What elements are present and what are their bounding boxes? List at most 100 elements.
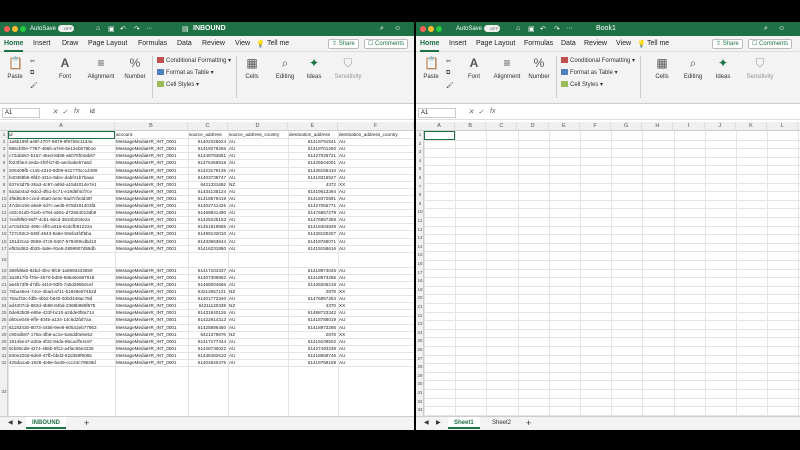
row-header-22[interactable]: 22 [416,312,424,321]
cell[interactable]: a7c54532-499c-4ff4-a316-6cdcfb91222a [9,223,113,230]
row-header-25[interactable]: 25 [0,309,8,316]
tab-view[interactable]: View [616,40,631,47]
fx-icon[interactable]: fx [490,108,495,115]
cell[interactable]: 7eaf9f50-55f7-4cb1-8dcd-3534b204e2a [9,216,113,223]
minimize-button[interactable] [428,26,434,32]
cell[interactable]: MessageMediaHR_INT_0001 [116,138,186,145]
cells-button[interactable]: ▦ Cells [650,56,674,80]
cell[interactable]: MessageMediaHR_INT_0001 [116,302,186,309]
cell[interactable]: 61419791541 [289,138,336,145]
cell[interactable]: 61419109502 [289,338,336,345]
row-header-15[interactable]: 15 [416,251,424,260]
cell[interactable]: 425da1a5-1928-4e8e-ba45-ccc24c78636d [9,359,113,366]
redo-icon[interactable]: ↷ [134,25,140,33]
cell[interactable]: AU [339,274,412,281]
cell[interactable]: AU [229,338,286,345]
cell[interactable]: AU [339,238,412,245]
row-header-19[interactable]: 19 [0,267,8,274]
cell[interactable]: MessageMediaHR_INT_0001 [116,188,186,195]
formula-input[interactable]: id [90,109,95,115]
cut-icon[interactable]: ✂ [30,58,35,65]
cell[interactable]: c904db87-176a-4fb8-ac1e-5a6dd0e5e52 [9,331,113,338]
cell[interactable]: AU [229,145,286,152]
cell[interactable]: AU [229,274,286,281]
cell[interactable]: 61428205218 [289,281,336,288]
enter-icon[interactable]: ✓ [478,108,484,116]
column-header-A[interactable]: A [424,122,455,131]
conditional-formatting-button[interactable]: Conditional Formatting ▾ [157,57,231,64]
cell[interactable]: 61407309982 [189,274,226,281]
home-icon[interactable]: ⌂ [96,25,100,32]
save-icon[interactable]: ▣ [528,25,535,33]
cell[interactable]: 61418973286 [289,274,336,281]
row-header-29[interactable]: 29 [0,338,8,345]
row-header-5[interactable]: 5 [416,165,424,174]
cell[interactable]: 205408fb-c145-4210-9d09-641770cc14499 [9,167,113,174]
header-cell-D[interactable]: source_address_country [229,131,287,138]
cell[interactable]: 61476857279 [289,209,336,216]
cell[interactable]: 4f8d8c84-cced-45a0-ae3c-9ad7cfe3d49f [9,195,113,202]
cell[interactable]: AU [339,138,412,145]
row-header-16[interactable]: 16 [0,238,8,245]
cell[interactable]: AU [339,159,412,166]
right-worksheet-grid[interactable]: A B C D E F G H I J K L 1 2 3 4 5 6 7 8 9 10 11 12 13 14 15 16 17 18 1… [416,122,800,416]
row-header-21[interactable]: 21 [0,281,8,288]
minimize-button[interactable] [12,26,18,32]
cell[interactable]: AU [339,152,412,159]
row-header-1[interactable]: 1 [416,131,424,140]
cell[interactable]: 61428730022 [189,345,226,352]
tab-data[interactable]: Data [177,40,192,47]
cancel-icon[interactable]: ✕ [52,108,58,116]
cell[interactable]: 3a3917f2-f70e-4570-bd06-695a0e687918 [9,274,113,281]
cell[interactable]: AU [339,216,412,223]
tab-page-layout[interactable]: Page Layout [476,40,515,47]
cell[interactable]: MessageMediaHR_INT_0001 [116,216,186,223]
sensitivity-button[interactable]: ⛉ Sensitivity [332,56,364,80]
cell[interactable]: 61417104337 [189,267,226,274]
cell[interactable]: 64212657121 [189,288,226,295]
font-button[interactable]: A Font [55,56,75,80]
column-header-L[interactable]: L [767,122,799,131]
column-header-D[interactable]: D [228,122,288,131]
cell[interactable]: AU [229,230,286,237]
column-header-K[interactable]: K [736,122,767,131]
cell[interactable]: MessageMediaHR_INT_0001 [116,345,186,352]
tab-home[interactable]: Home [420,40,440,52]
cell[interactable]: 61425225153 [189,216,226,223]
cell[interactable]: XX [339,181,412,188]
row-header-24[interactable]: 24 [416,329,424,338]
row-header-23[interactable]: 23 [416,320,424,329]
row-header-14[interactable]: 14 [0,223,8,230]
account-icon[interactable]: ☺ [394,25,401,32]
column-header-G[interactable]: G [611,122,643,131]
cell[interactable]: AU [229,202,286,209]
tab-review[interactable]: Review [584,40,607,47]
row-header-2[interactable]: 2 [416,140,424,149]
cell[interactable]: c72ab557-b157-46ed-8d88-a5075f04ab67 [9,152,113,159]
cell[interactable]: 61426544001 [289,159,336,166]
number-button[interactable]: % Number [122,56,148,80]
cell[interactable]: MessageMediaHR_INT_0001 [116,338,186,345]
format-as-table-button[interactable]: Format as Table ▾ [561,69,618,76]
cell[interactable]: 61401772340 [189,295,226,302]
cell[interactable]: ad4207cb-882d-4b98-84bd-2368b866f675 [9,302,113,309]
cell[interactable]: AU [339,188,412,195]
cell[interactable]: AU [339,223,412,230]
tab-formulas[interactable]: Formulas [138,40,167,47]
row-header-7[interactable]: 7 [416,183,424,192]
cell[interactable]: AU [229,167,286,174]
sheet-nav-next[interactable]: ▶ [430,417,447,429]
close-button[interactable] [4,26,10,32]
cell[interactable]: 61419701250 [289,145,336,152]
cell[interactable]: 61428160207 [289,230,336,237]
row-header-4[interactable]: 4 [416,157,424,166]
row-header-20[interactable]: 20 [0,274,8,281]
cell[interactable]: AU [229,209,286,216]
comments-button[interactable]: ☐ Comments [748,39,793,49]
column-header-C[interactable]: C [486,122,518,131]
row-header-9[interactable]: 9 [416,200,424,209]
cell[interactable]: 61419316527 [289,174,336,181]
row-header-8[interactable]: 8 [416,191,424,200]
account-icon[interactable]: ☺ [778,25,785,32]
row-header-12[interactable]: 12 [0,209,8,216]
